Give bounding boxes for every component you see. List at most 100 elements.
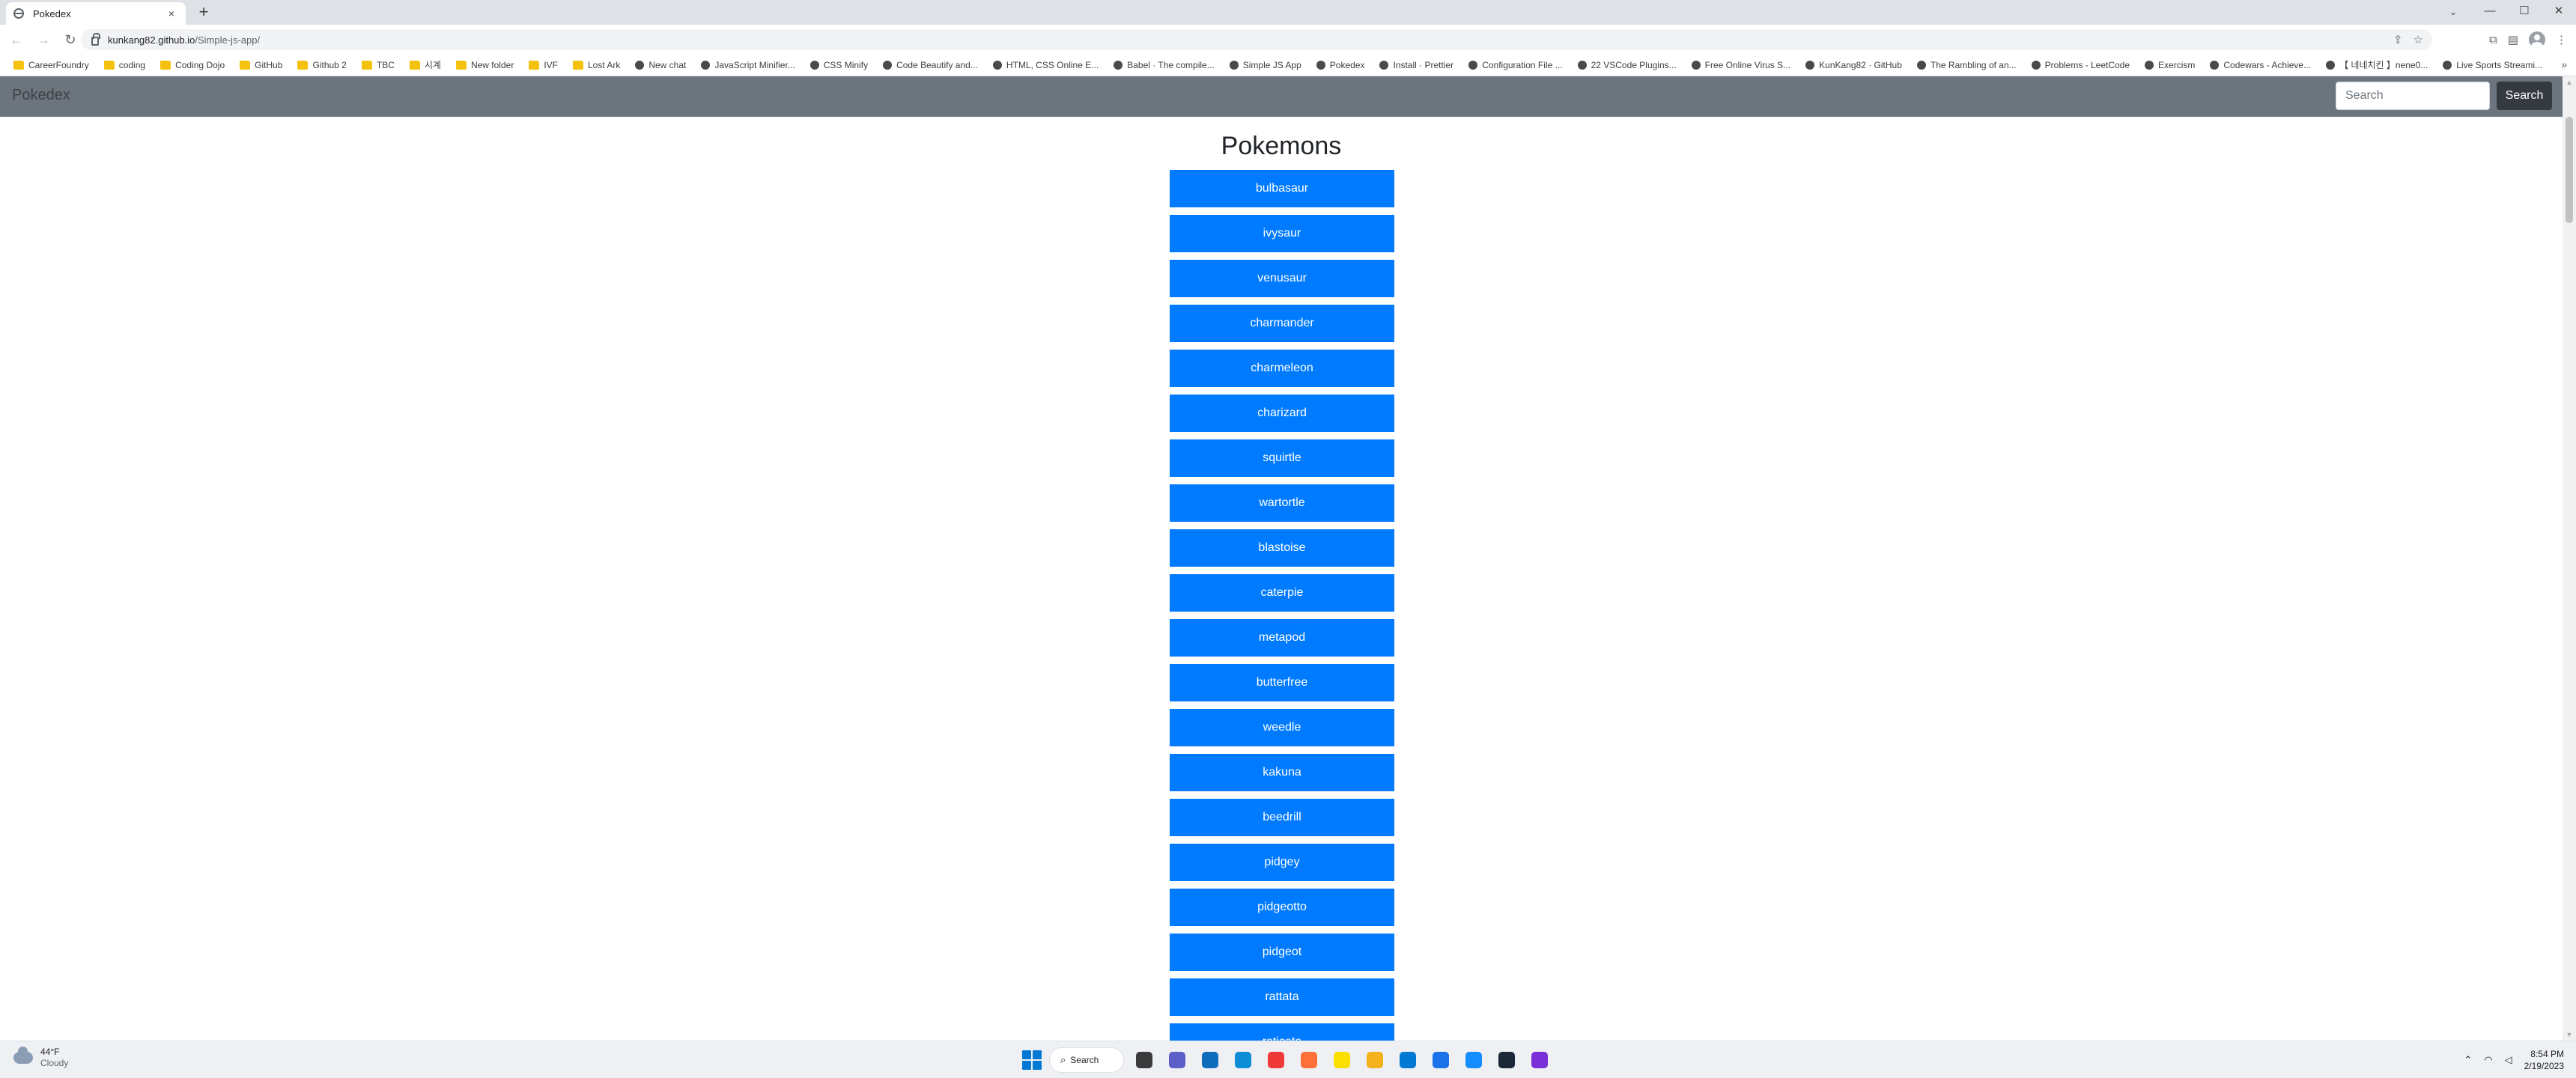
bookmark-item[interactable]: Live Sports Streami... — [2438, 56, 2547, 74]
bookmark-item[interactable]: Free Online Virus S... — [1687, 56, 1796, 74]
vivaldi-icon[interactable] — [1263, 1047, 1289, 1073]
pokemon-list-item: caterpie — [1170, 574, 1394, 619]
pokemon-button[interactable]: charmeleon — [1170, 350, 1394, 387]
pokemon-button[interactable]: blastoise — [1170, 529, 1394, 567]
share-icon[interactable]: ⇪ — [2393, 33, 2403, 46]
bookmarks-overflow-icon[interactable]: » — [2561, 58, 2567, 70]
maximize-button[interactable]: ☐ — [2507, 0, 2542, 25]
bookmark-item[interactable]: GitHub — [235, 56, 287, 74]
kakaotalk-icon[interactable] — [1329, 1047, 1355, 1073]
pokemon-button[interactable]: pidgeot — [1170, 934, 1394, 971]
vscode-icon[interactable] — [1395, 1047, 1421, 1073]
pokemon-button[interactable]: beedrill — [1170, 799, 1394, 836]
lock-icon[interactable] — [91, 32, 100, 46]
bookmark-item[interactable]: Configuration File ... — [1464, 56, 1567, 74]
search-input[interactable] — [2336, 82, 2490, 110]
bookmark-item[interactable]: The Rambling of an... — [1913, 56, 2021, 74]
bookmark-item[interactable]: Code Beautify and... — [878, 56, 982, 74]
bookmark-item[interactable]: New chat — [631, 56, 690, 74]
store-icon[interactable] — [1197, 1047, 1223, 1073]
pokemon-button[interactable]: venusaur — [1170, 260, 1394, 297]
pokemon-button[interactable]: butterfree — [1170, 664, 1394, 701]
bookmark-item[interactable]: JavaScript Minifier... — [696, 56, 799, 74]
menu-kebab-icon[interactable]: ⋮ — [2556, 33, 2567, 46]
edge-icon[interactable] — [1230, 1047, 1256, 1073]
bookmark-star-icon[interactable]: ☆ — [2414, 33, 2423, 46]
pokemon-button[interactable]: pidgey — [1170, 844, 1394, 881]
close-window-button[interactable]: ✕ — [2542, 0, 2576, 25]
teams-icon[interactable] — [1164, 1047, 1190, 1073]
search-button[interactable]: Search — [2497, 82, 2552, 110]
bookmark-label: CSS Minify — [823, 59, 869, 70]
forward-button[interactable]: → — [33, 29, 54, 50]
bookmark-item[interactable]: CSS Minify — [806, 56, 872, 74]
new-tab-button[interactable]: + — [193, 4, 214, 22]
pokemon-button[interactable]: squirtle — [1170, 439, 1394, 477]
browser-tab-pokedex[interactable]: Pokedex × — [6, 2, 186, 25]
bookmark-item[interactable]: Simple JS App — [1225, 56, 1306, 74]
tray-overflow-chevron-icon[interactable]: ⌃ — [2464, 1054, 2472, 1066]
bookmark-label: Coding Dojo — [175, 59, 225, 70]
bookmark-item[interactable]: TBC — [357, 56, 399, 74]
pokemon-button[interactable]: bulbasaur — [1170, 170, 1394, 207]
pokemon-button[interactable]: wartortle — [1170, 484, 1394, 522]
chrome-icon[interactable] — [1428, 1047, 1453, 1073]
back-button[interactable]: ← — [6, 29, 27, 50]
pokemon-button[interactable]: metapod — [1170, 619, 1394, 657]
page-scrollbar[interactable]: ▲ ▼ — [2563, 76, 2576, 1041]
bookmark-item[interactable]: Codewars - Achieve... — [2205, 56, 2315, 74]
file-explorer-icon[interactable] — [1131, 1047, 1157, 1073]
pokemon-button[interactable]: pidgeotto — [1170, 889, 1394, 926]
system-clock[interactable]: 8:54 PM 2/19/2023 — [2524, 1048, 2564, 1072]
pokemon-button[interactable]: raticate — [1170, 1023, 1394, 1041]
bookmark-item[interactable]: Coding Dojo — [156, 56, 229, 74]
bookmark-item[interactable]: IVF — [524, 56, 562, 74]
bookmark-item[interactable]: Github 2 — [293, 56, 350, 74]
wifi-icon[interactable]: ◠ — [2484, 1054, 2492, 1066]
reload-button[interactable]: ↻ — [60, 29, 81, 50]
minimize-button[interactable]: — — [2473, 0, 2507, 25]
profile-avatar-icon[interactable] — [2529, 31, 2545, 48]
bookmark-item[interactable]: 【 네네치킨 】nene0... — [2321, 56, 2432, 74]
address-bar[interactable]: kunkang82.github.io/Simple-js-app/ ⇪ ☆ — [81, 29, 2432, 50]
browser-tab-bar: Pokedex × + ⌄ — ☐ ✕ — [0, 0, 2576, 25]
bookmark-item[interactable]: 시계 — [405, 56, 446, 74]
pokemon-button[interactable]: charizard — [1170, 395, 1394, 432]
taskbar-search[interactable]: ⌕ Search — [1049, 1047, 1124, 1073]
pokemon-button[interactable]: caterpie — [1170, 574, 1394, 612]
battlenet-icon[interactable] — [1461, 1047, 1486, 1073]
extensions-icon[interactable]: ⧉ — [2489, 34, 2497, 46]
close-tab-icon[interactable]: × — [165, 7, 178, 19]
weather-widget[interactable]: 44°F Cloudy — [13, 1047, 68, 1069]
bookmark-item[interactable]: New folder — [452, 56, 518, 74]
bookmark-item[interactable]: Pokedex — [1312, 56, 1370, 74]
side-panel-icon[interactable]: ▤ — [2508, 33, 2518, 46]
pokemon-button[interactable]: charmander — [1170, 305, 1394, 342]
bookmark-item[interactable]: CareerFoundry — [9, 56, 94, 74]
bookmark-item[interactable]: coding — [100, 56, 150, 74]
bookmark-item[interactable]: KunKang82 · GitHub — [1801, 56, 1907, 74]
bookmark-item[interactable]: HTML, CSS Online E... — [988, 56, 1103, 74]
scroll-up-arrow-icon[interactable]: ▲ — [2563, 76, 2576, 88]
brand-link[interactable]: Pokedex — [12, 87, 70, 104]
windows-start-icon[interactable] — [1022, 1050, 1042, 1070]
steam-icon[interactable] — [1494, 1047, 1519, 1073]
pokemon-button[interactable]: kakuna — [1170, 754, 1394, 791]
tab-search-icon[interactable]: ⌄ — [2443, 3, 2464, 21]
bookmark-item[interactable]: 22 VSCode Plugins... — [1573, 56, 1681, 74]
speaker-icon[interactable]: ◁ — [2505, 1054, 2512, 1066]
pokemon-button[interactable]: rattata — [1170, 978, 1394, 1016]
bookmark-item[interactable]: Install · Prettier — [1375, 56, 1458, 74]
scrollbar-thumb[interactable] — [2566, 117, 2573, 223]
url-text[interactable]: kunkang82.github.io/Simple-js-app/ — [108, 34, 260, 46]
bookmark-item[interactable]: Babel · The compile... — [1109, 56, 1219, 74]
scroll-down-arrow-icon[interactable]: ▼ — [2563, 1029, 2576, 1041]
pokemon-button[interactable]: ivysaur — [1170, 215, 1394, 252]
pokemon-button[interactable]: weedle — [1170, 709, 1394, 746]
file-manager-icon[interactable] — [1362, 1047, 1388, 1073]
bookmark-item[interactable]: Problems - LeetCode — [2027, 56, 2134, 74]
bookmark-item[interactable]: Exercism — [2140, 56, 2199, 74]
bookmark-item[interactable]: Lost Ark — [568, 56, 625, 74]
firefox-icon[interactable] — [1296, 1047, 1322, 1073]
discord-icon[interactable] — [1527, 1047, 1552, 1073]
